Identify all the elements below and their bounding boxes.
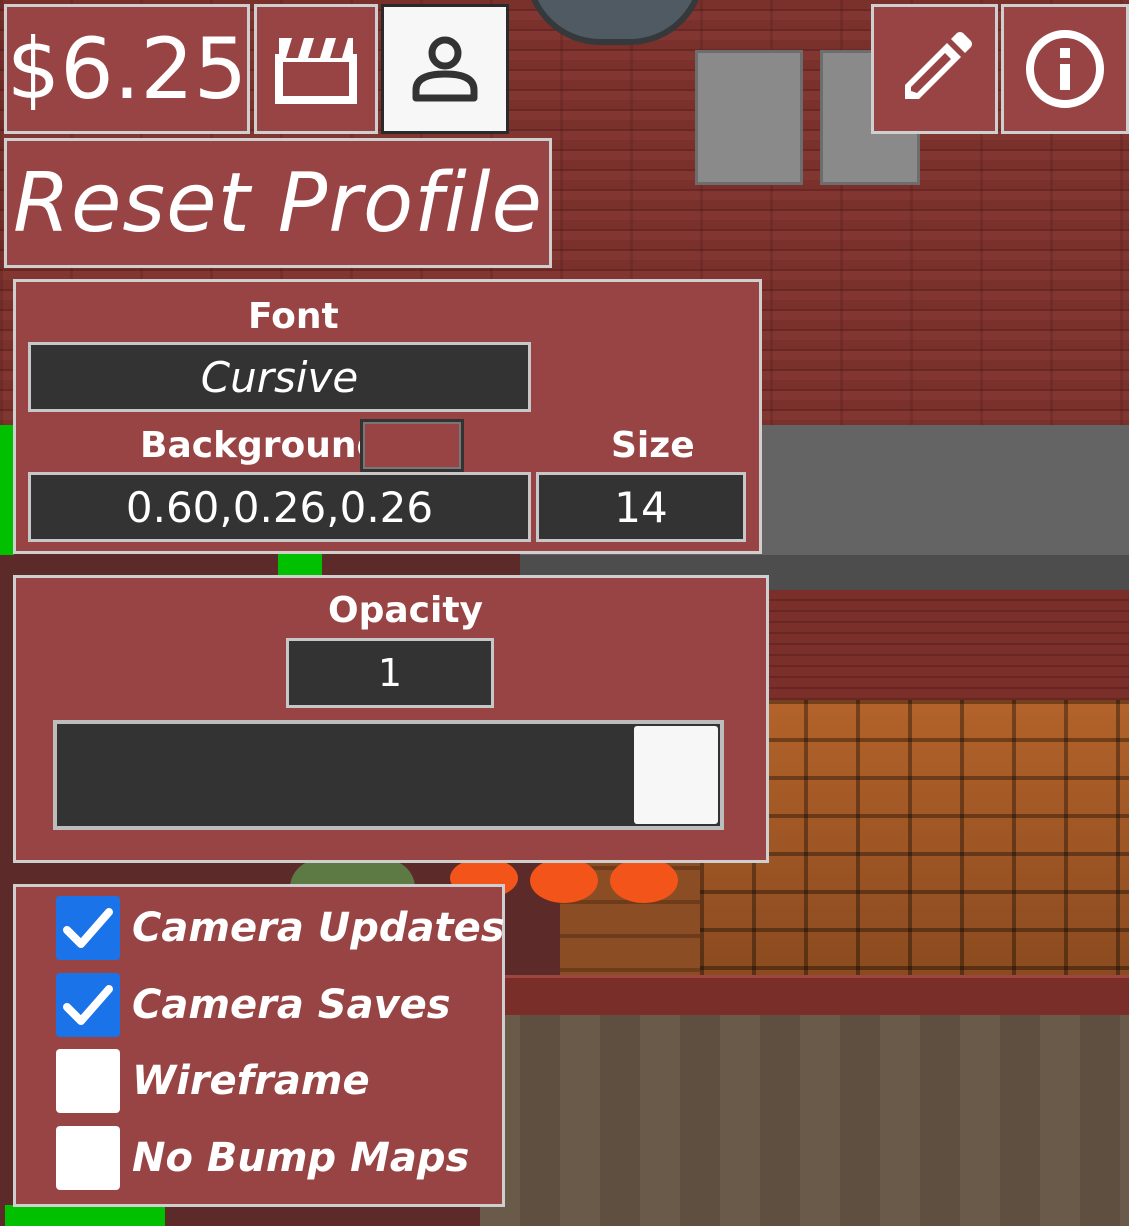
info-icon bbox=[1026, 30, 1104, 108]
opacity-slider-handle[interactable] bbox=[634, 726, 718, 824]
opacity-input[interactable]: 1 bbox=[286, 638, 494, 708]
info-button[interactable] bbox=[1001, 4, 1129, 134]
clapperboard-icon bbox=[275, 38, 357, 104]
window bbox=[695, 50, 803, 185]
checkbox-label: Camera Updates bbox=[132, 905, 505, 951]
checkmark-icon bbox=[63, 908, 113, 948]
font-select[interactable]: Cursive bbox=[28, 342, 531, 412]
font-settings-panel: Font Cursive Background Size 0.60,0.26,0… bbox=[13, 279, 762, 554]
background-swatch[interactable] bbox=[360, 419, 464, 472]
edit-button[interactable] bbox=[871, 4, 998, 134]
background-label: Background bbox=[140, 425, 383, 466]
checkbox[interactable] bbox=[56, 973, 120, 1037]
checkmark-icon bbox=[63, 985, 113, 1025]
size-label: Size bbox=[611, 425, 695, 466]
pencil-icon bbox=[904, 32, 972, 99]
checkbox[interactable] bbox=[56, 1049, 120, 1113]
reset-profile-button[interactable]: Reset Profile bbox=[4, 138, 552, 268]
clapperboard-button[interactable] bbox=[254, 4, 378, 134]
orange bbox=[610, 858, 678, 903]
orange bbox=[530, 858, 598, 903]
toggle-row-wireframe[interactable]: Wireframe bbox=[56, 1048, 370, 1114]
counter-rail bbox=[480, 975, 1129, 1015]
checkbox[interactable] bbox=[56, 896, 120, 960]
profile-button[interactable] bbox=[381, 4, 509, 134]
checkbox-label: Wireframe bbox=[132, 1058, 370, 1104]
checkbox-label: Camera Saves bbox=[132, 982, 451, 1028]
opacity-label: Opacity bbox=[328, 590, 484, 631]
size-input[interactable]: 14 bbox=[536, 472, 746, 542]
money-display: $6.25 bbox=[4, 4, 250, 134]
user-icon bbox=[412, 36, 478, 102]
render-options-panel: Camera Updates Camera Saves Wireframe No Bu… bbox=[13, 884, 505, 1207]
toggle-row-camera-saves[interactable]: Camera Saves bbox=[56, 972, 451, 1038]
checkbox-label: No Bump Maps bbox=[132, 1135, 470, 1181]
wooden-floor bbox=[480, 1015, 1129, 1226]
background-input[interactable]: 0.60,0.26,0.26 bbox=[28, 472, 531, 542]
toggle-row-no-bump-maps[interactable]: No Bump Maps bbox=[56, 1125, 469, 1191]
checkbox[interactable] bbox=[56, 1126, 120, 1190]
background-swatch-color bbox=[363, 422, 461, 469]
toggle-row-camera-updates[interactable]: Camera Updates bbox=[56, 895, 505, 961]
opacity-slider[interactable] bbox=[53, 720, 724, 830]
opacity-panel: Opacity 1 bbox=[13, 575, 769, 863]
font-label: Font bbox=[248, 296, 339, 337]
